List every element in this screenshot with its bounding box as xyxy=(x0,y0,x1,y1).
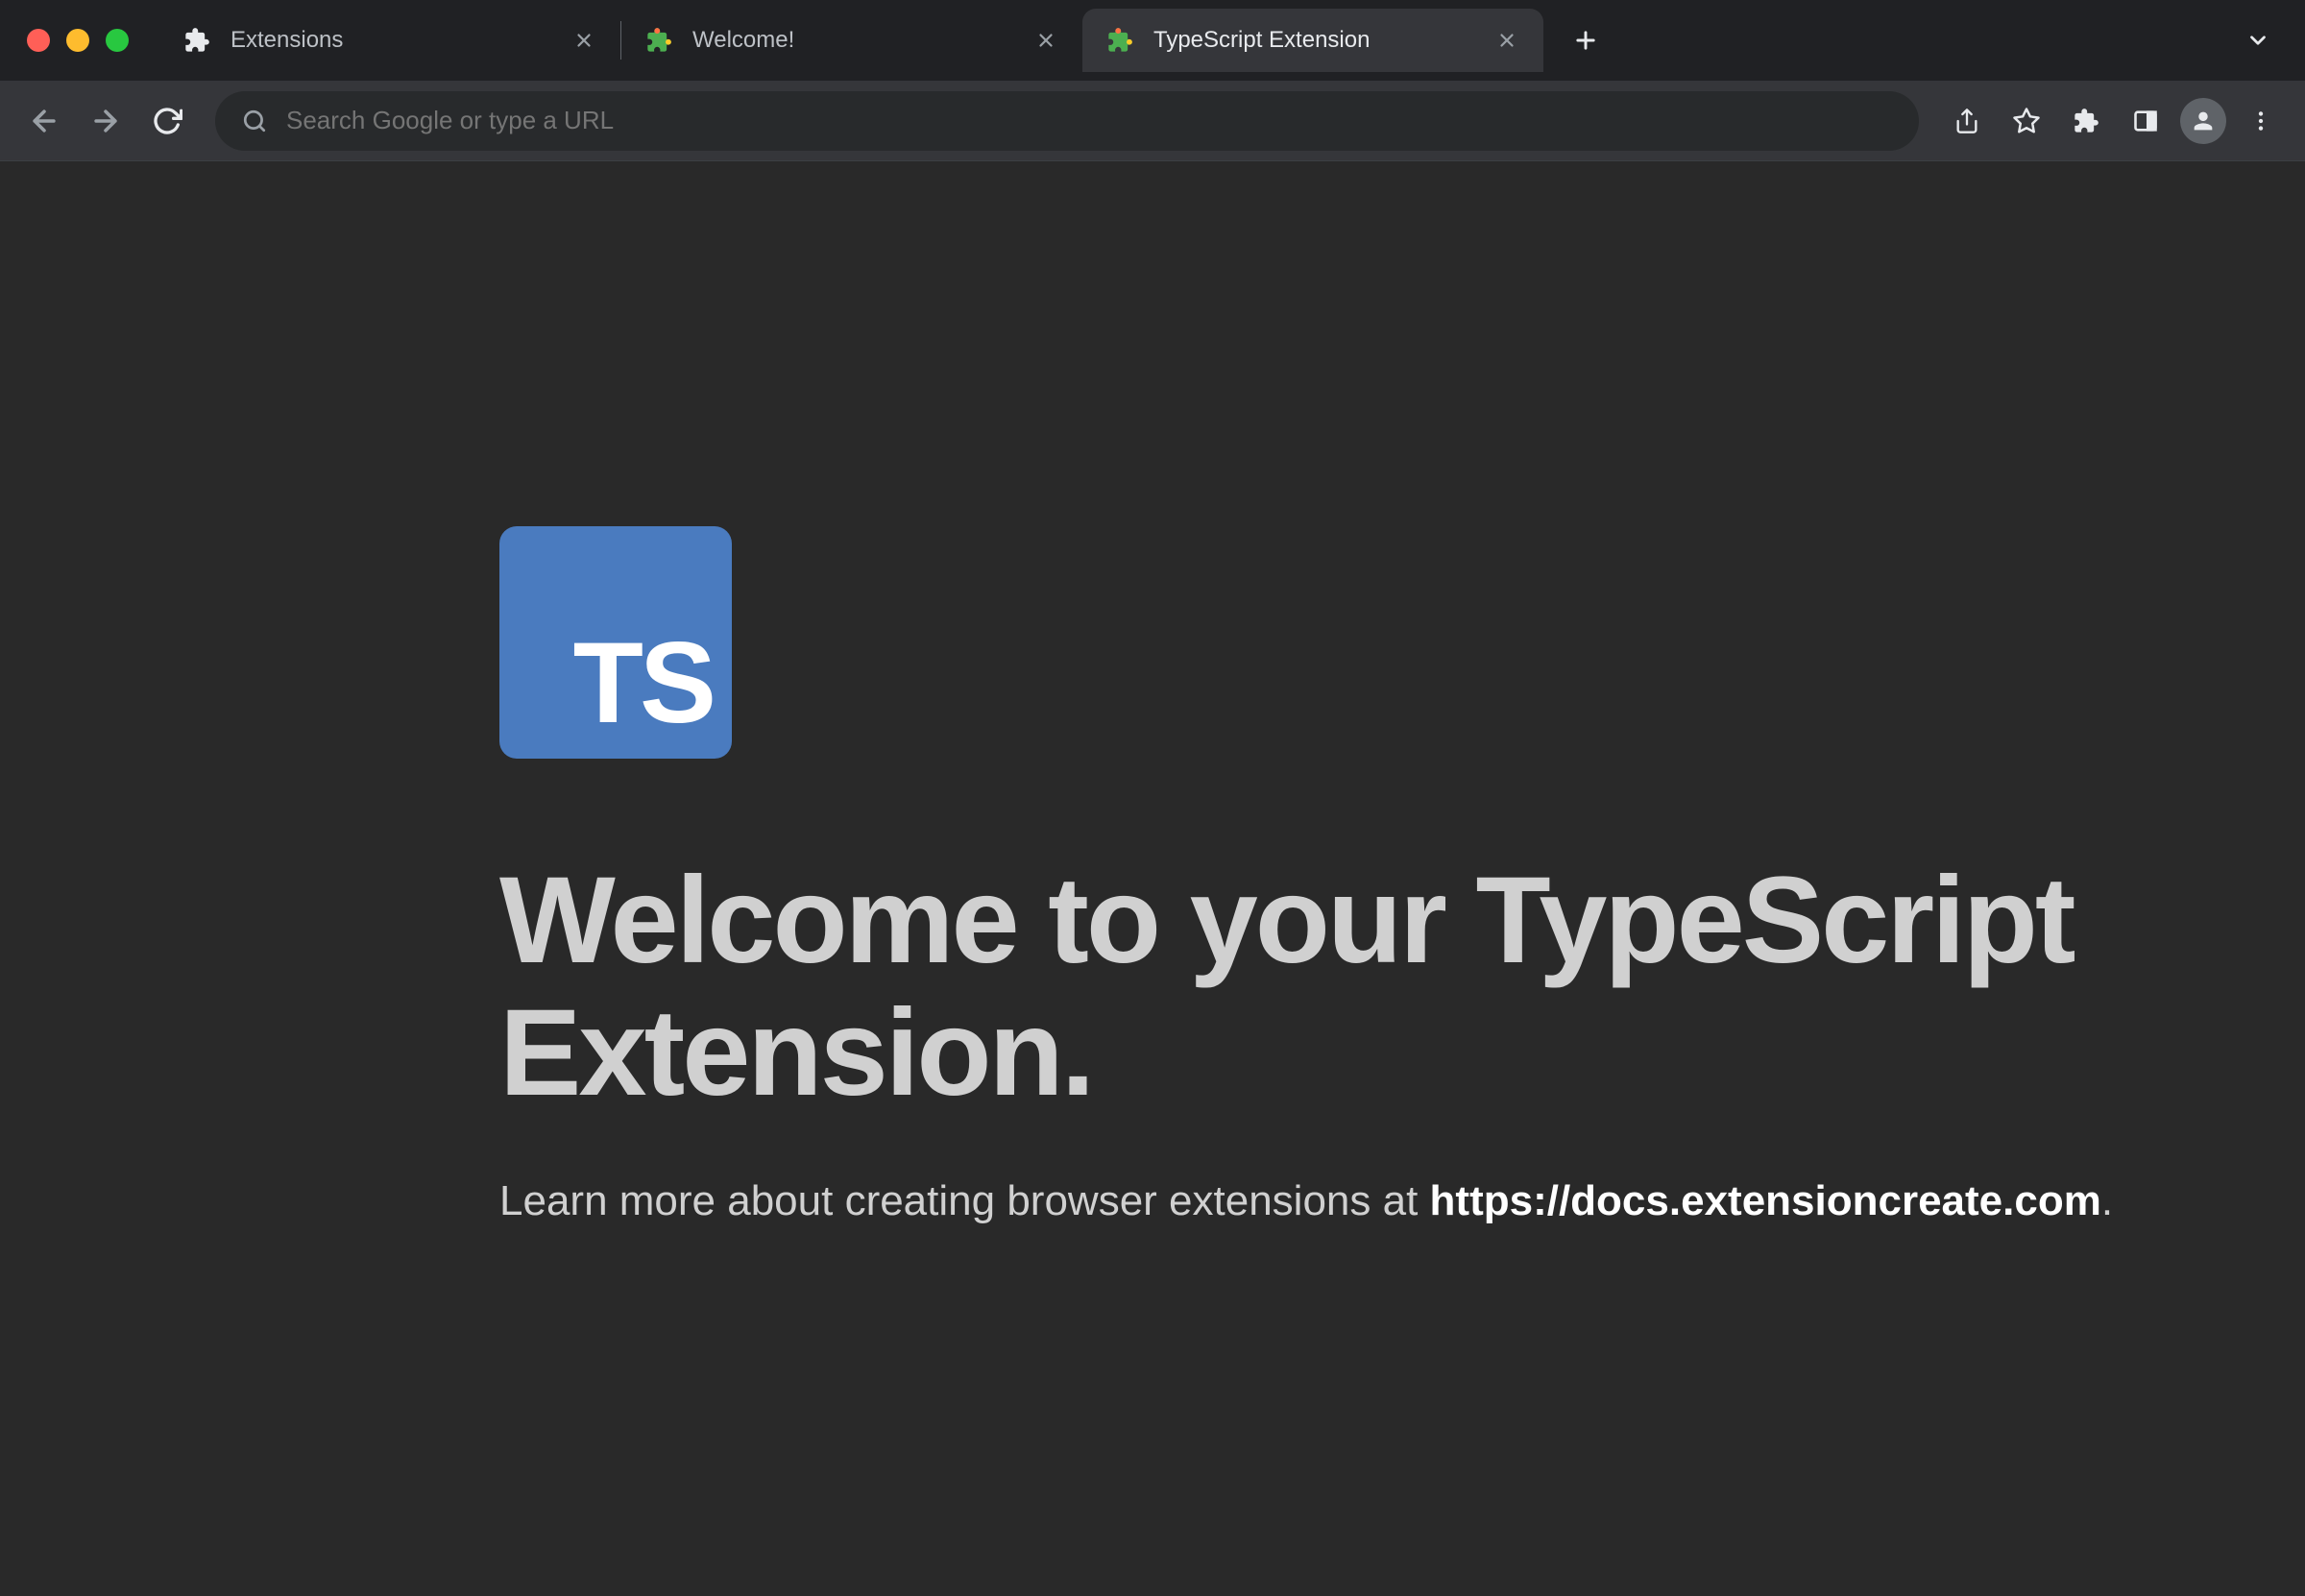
bookmark-button[interactable] xyxy=(2002,96,2051,146)
tab-strip: Extensions Welcome! TypeScript Extension xyxy=(0,0,2305,81)
page-subtext: Learn more about creating browser extens… xyxy=(499,1177,2305,1225)
omnibox[interactable] xyxy=(215,91,1919,151)
tab-search-button[interactable] xyxy=(2226,16,2290,64)
maximize-window-button[interactable] xyxy=(106,29,129,52)
reload-button[interactable] xyxy=(142,96,192,146)
new-tab-button[interactable] xyxy=(1561,15,1611,65)
tab-title: TypeScript Extension xyxy=(1153,27,1482,54)
tab-extensions[interactable]: Extensions xyxy=(159,9,620,72)
extensions-button[interactable] xyxy=(2061,96,2111,146)
close-tab-button[interactable] xyxy=(1032,27,1059,54)
close-window-button[interactable] xyxy=(27,29,50,52)
search-icon xyxy=(242,109,267,133)
page-headline: Welcome to your TypeScript Extension. xyxy=(499,855,2305,1120)
toolbar xyxy=(0,81,2305,161)
back-button[interactable] xyxy=(19,96,69,146)
close-tab-button[interactable] xyxy=(1493,27,1520,54)
side-panel-button[interactable] xyxy=(2121,96,2171,146)
tabs-container: Extensions Welcome! TypeScript Extension xyxy=(159,0,1611,81)
subtext-suffix: . xyxy=(2101,1177,2113,1224)
tab-title: Welcome! xyxy=(692,27,1021,54)
menu-button[interactable] xyxy=(2236,96,2286,146)
profile-button[interactable] xyxy=(2180,98,2226,144)
typescript-logo: TS xyxy=(499,526,732,759)
close-tab-button[interactable] xyxy=(570,27,597,54)
tab-strip-right xyxy=(2226,16,2290,64)
puzzle-icon xyxy=(182,26,211,55)
tab-welcome[interactable]: Welcome! xyxy=(621,9,1082,72)
subtext-prefix: Learn more about creating browser extens… xyxy=(499,1177,1430,1224)
puzzle-color-icon xyxy=(1105,26,1134,55)
minimize-window-button[interactable] xyxy=(66,29,89,52)
tab-title: Extensions xyxy=(230,27,559,54)
omnibox-input[interactable] xyxy=(286,106,1892,135)
toolbar-right xyxy=(1942,96,2286,146)
forward-button[interactable] xyxy=(81,96,131,146)
typescript-logo-text: TS xyxy=(573,617,713,749)
share-button[interactable] xyxy=(1942,96,1992,146)
docs-link[interactable]: https://docs.extensioncreate.com xyxy=(1430,1177,2101,1224)
page-content: TS Welcome to your TypeScript Extension.… xyxy=(0,161,2305,1596)
puzzle-color-icon xyxy=(644,26,673,55)
window-controls xyxy=(27,29,129,52)
tab-typescript-extension[interactable]: TypeScript Extension xyxy=(1082,9,1543,72)
